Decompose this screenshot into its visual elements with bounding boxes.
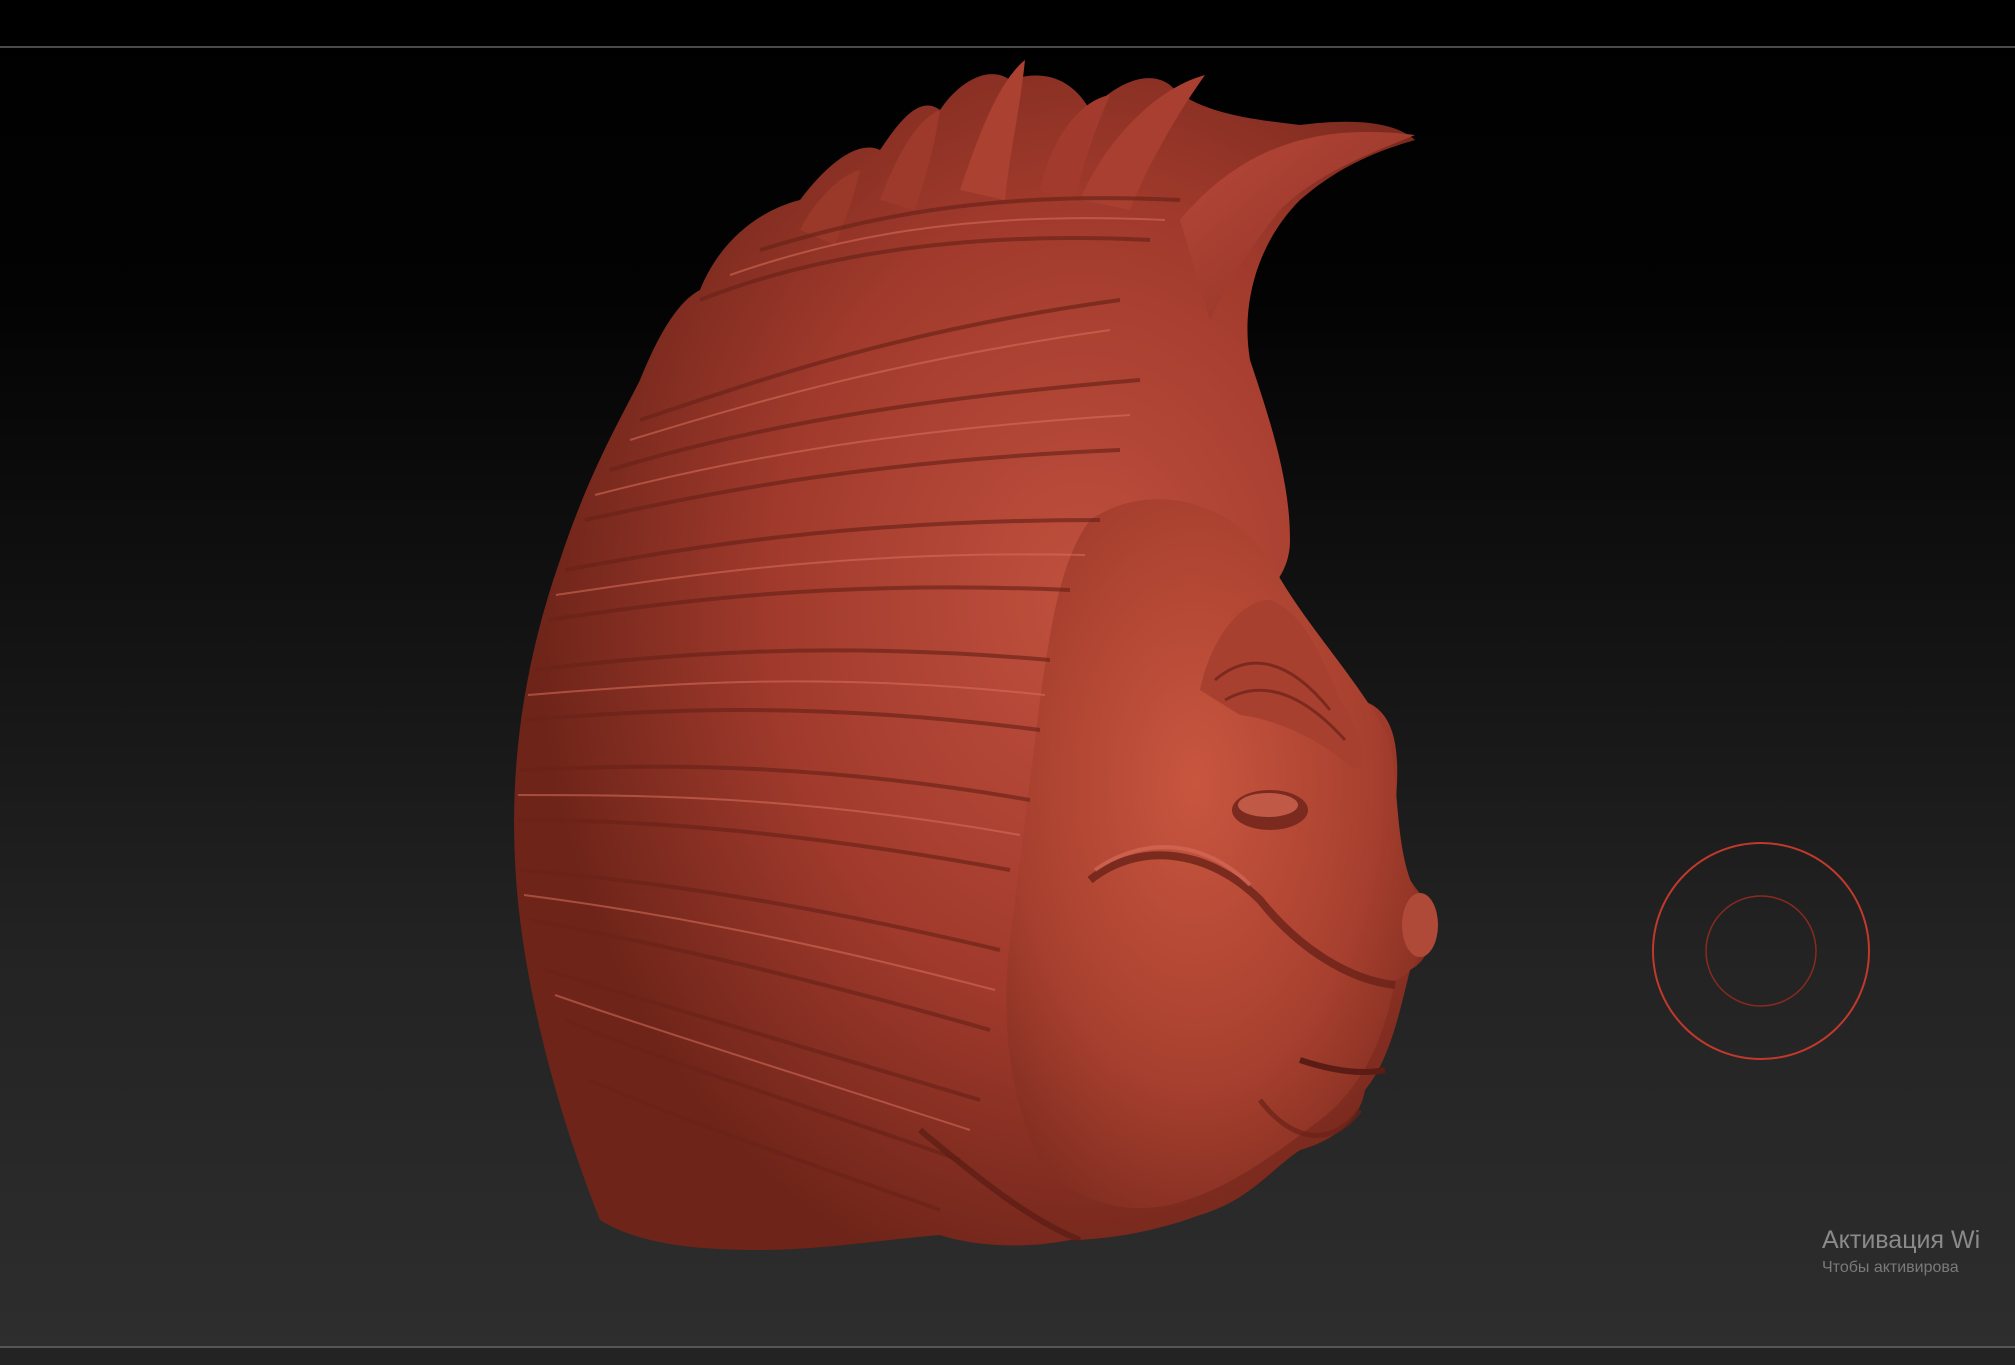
brush-outer-ring [1652, 842, 1870, 1060]
eye-lid [1238, 793, 1298, 817]
face-area [1006, 499, 1426, 1208]
brush-cursor [1652, 842, 1870, 1060]
sculpted-head-model[interactable] [0, 0, 2015, 1365]
3d-viewport[interactable]: Активация Wi Чтобы активирова [0, 0, 2015, 1365]
windows-activation-notice: Активация Wi Чтобы активирова [1822, 1224, 2015, 1284]
brush-inner-ring [1705, 895, 1817, 1007]
activation-title: Активация Wi [1822, 1226, 1981, 1254]
nose [1402, 893, 1438, 957]
bottom-shelf [0, 1348, 2015, 1365]
activation-subtitle: Чтобы активирова [1822, 1259, 1959, 1276]
